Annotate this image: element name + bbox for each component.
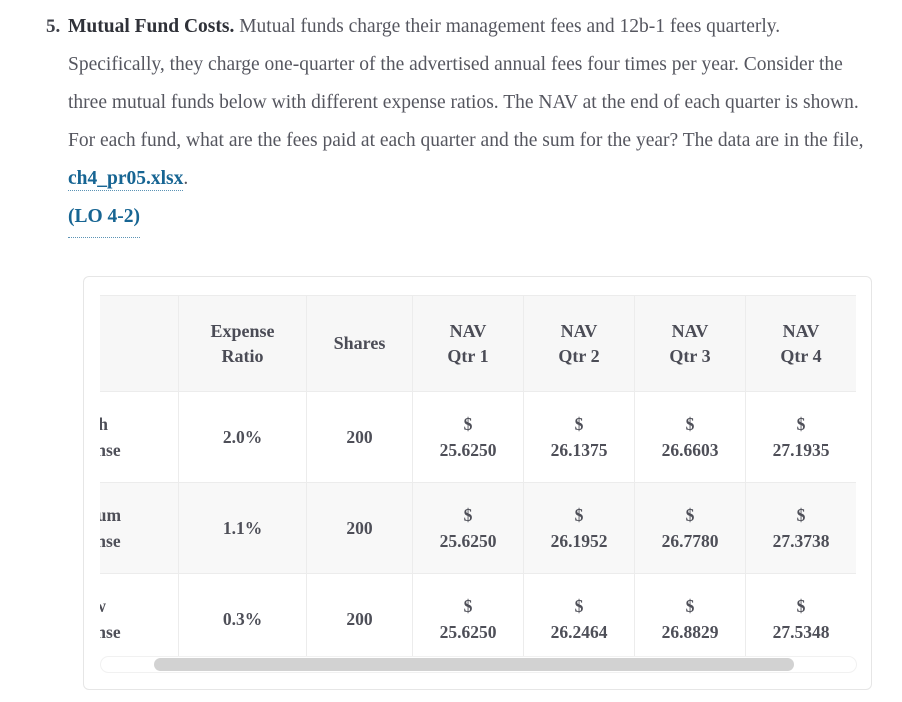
table-row: Medium Expense 1.1% 200 $ 25.6250 $ 26.1… [100,482,856,574]
currency-symbol: $ [574,596,584,616]
column-header-expense-ratio: Expense Ratio [178,295,307,392]
question-number: 5. [46,16,61,37]
column-header-nav-qtr-1-line1: NAV [449,320,487,341]
nav-value: 25.6250 [439,440,497,460]
column-header-nav-qtr-3: NAV Qtr 3 [634,295,746,392]
cell-nav-qtr-4: $ 27.3738 [745,482,856,574]
table-header-row: Expense Ratio Shares NAV Qtr 1 NAV Qtr 2… [100,295,856,392]
cell-nav-qtr-3: $ 26.6603 [634,391,746,483]
currency-symbol: $ [574,414,584,434]
column-header-nav-qtr-2-line2: Qtr 2 [558,345,600,366]
row-label-line1: Medium [100,505,122,525]
column-header-shares: Shares [306,295,413,392]
mutual-fund-table: Expense Ratio Shares NAV Qtr 1 NAV Qtr 2… [100,295,856,665]
currency-symbol: $ [685,414,695,434]
nav-value: 27.5348 [772,622,830,642]
table-row: Low Expense 0.3% 200 $ 25.6250 $ 26.2464 [100,573,856,665]
horizontal-scrollbar-thumb[interactable] [154,658,794,671]
cell-nav-qtr-2: $ 26.1375 [523,391,635,483]
question-paragraph-tail: . [183,168,189,189]
currency-symbol: $ [574,505,584,525]
table-body: High Expense 2.0% 200 $ 25.6250 $ 26.137… [100,391,856,665]
row-label-line1: Low [100,593,170,619]
cell-expense-ratio: 1.1% [178,482,307,574]
question-block: 5. Mutual Fund Costs. Mutual funds charg… [46,8,880,238]
cell-nav-qtr-2: $ 26.2464 [523,573,635,665]
nav-value: 26.6603 [661,440,719,460]
nav-value: 26.1375 [550,440,608,460]
table-scroll-viewport[interactable]: Expense Ratio Shares NAV Qtr 1 NAV Qtr 2… [100,295,856,673]
nav-value: 26.2464 [550,622,608,642]
nav-value: 27.3738 [772,531,830,551]
question-row: 5. Mutual Fund Costs. Mutual funds charg… [46,8,880,238]
column-header-expense-ratio-line1: Expense [210,320,275,341]
cell-nav-qtr-3: $ 26.8829 [634,573,746,665]
xlsx-file-link[interactable]: ch4_pr05.xlsx [68,168,184,191]
table-scroll-content: Expense Ratio Shares NAV Qtr 1 NAV Qtr 2… [100,295,856,665]
nav-value: 26.8829 [661,622,719,642]
learning-objective-link[interactable]: (LO 4-2) [68,198,141,238]
row-label-line1: High [100,414,108,434]
column-header-shares-line1: Shares [333,333,386,353]
cell-shares: 200 [306,482,413,574]
cell-nav-qtr-2: $ 26.1952 [523,482,635,574]
cell-nav-qtr-3: $ 26.7780 [634,482,746,574]
column-header-nav-qtr-4-line2: Qtr 4 [780,345,822,366]
nav-value: 26.1952 [550,531,608,551]
currency-symbol: $ [796,505,806,525]
column-header-expense-ratio-line2: Ratio [221,345,264,366]
nav-value: 25.6250 [439,622,497,642]
column-header-nav-qtr-4: NAV Qtr 4 [745,295,856,392]
row-label-medium-expense: Medium Expense [100,482,179,574]
table-panel: Expense Ratio Shares NAV Qtr 1 NAV Qtr 2… [83,276,872,690]
column-header-nav-qtr-4-line1: NAV [782,320,820,341]
cell-nav-qtr-1: $ 25.6250 [412,573,524,665]
currency-symbol: $ [463,414,473,434]
cell-shares: 200 [306,573,413,665]
currency-symbol: $ [796,596,806,616]
currency-symbol: $ [796,414,806,434]
column-header-nav-qtr-3-line1: NAV [671,320,709,341]
cell-expense-ratio: 2.0% [178,391,307,483]
currency-symbol: $ [685,596,695,616]
column-header-name [100,295,179,392]
nav-value: 26.7780 [661,531,719,551]
cell-nav-qtr-1: $ 25.6250 [412,482,524,574]
cell-nav-qtr-1: $ 25.6250 [412,391,524,483]
question-title: Mutual Fund Costs. [68,16,235,37]
row-label-line2: Expense [100,622,121,642]
cell-nav-qtr-4: $ 27.1935 [745,391,856,483]
row-label-low-expense: Low Expense [100,573,179,665]
cell-expense-ratio: 0.3% [178,573,307,665]
question-text: Mutual Fund Costs. Mutual funds charge t… [68,8,880,238]
column-header-nav-qtr-1-line2: Qtr 1 [447,345,489,366]
currency-symbol: $ [463,505,473,525]
column-header-nav-qtr-2-line1: NAV [560,320,598,341]
row-label-high-expense: High Expense [100,391,179,483]
column-header-nav-qtr-1: NAV Qtr 1 [412,295,524,392]
horizontal-scrollbar-track[interactable] [100,656,857,673]
row-label-line2: Expense [100,531,121,551]
currency-symbol: $ [463,596,473,616]
column-header-nav-qtr-3-line2: Qtr 3 [669,345,711,366]
nav-value: 25.6250 [439,531,497,551]
table-header: Expense Ratio Shares NAV Qtr 1 NAV Qtr 2… [100,295,856,392]
nav-value: 27.1935 [772,440,830,460]
cell-shares: 200 [306,391,413,483]
column-header-nav-qtr-2: NAV Qtr 2 [523,295,635,392]
currency-symbol: $ [685,505,695,525]
row-label-line2: Expense [100,440,121,460]
table-row: High Expense 2.0% 200 $ 25.6250 $ 26.137… [100,391,856,483]
cell-nav-qtr-4: $ 27.5348 [745,573,856,665]
